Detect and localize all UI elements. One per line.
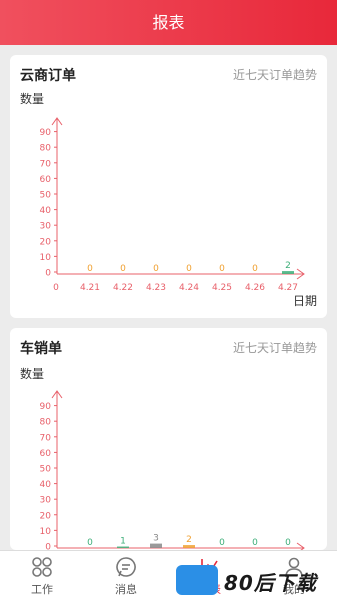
bar-value-label: 2: [186, 535, 192, 545]
bar: [282, 271, 294, 274]
watermark-text: 80后下载: [224, 571, 317, 595]
y-tick-label: 0: [45, 269, 51, 279]
y-tick-label: 40: [40, 206, 52, 216]
y-tick-label: 0: [45, 543, 51, 551]
y-tick-label: 10: [40, 253, 52, 263]
bar-value-label: 0: [285, 538, 291, 548]
chart-card-vehicle-sales: 车销单 近七天订单趋势 数量 0 10 20 30 40 50 60 70 80 90 0 1 3 2 0 0 0: [10, 328, 327, 550]
y-tick-label: 50: [40, 465, 52, 475]
y-tick-label: 20: [40, 511, 52, 521]
bar: [183, 545, 195, 548]
tab-label: 消息: [115, 583, 137, 596]
y-tick-label: 10: [40, 527, 52, 537]
y-tick-label: 60: [40, 175, 52, 185]
bar-value-label: 0: [186, 264, 192, 274]
page-header: 报表: [0, 0, 337, 45]
bar-value-label: 0: [87, 264, 93, 274]
bar-value-label: 0: [87, 538, 93, 548]
bar-value-label: 0: [120, 264, 126, 274]
x-tick-label: 4.23: [146, 283, 166, 293]
watermark: 80后下载: [176, 562, 337, 600]
x-tick-label: 4.21: [80, 283, 100, 293]
bar-value-label: 0: [252, 264, 258, 274]
bar-value-label: 1: [120, 537, 126, 547]
bar-value-label: 0: [219, 264, 225, 274]
x-tick-label: 4.26: [245, 283, 265, 293]
x-axis-arrow: [296, 542, 305, 550]
y-axis-title: 数量: [20, 366, 44, 381]
grid-icon: [32, 557, 52, 577]
bar-value-label: 2: [285, 261, 291, 271]
tab-label: 工作: [31, 583, 53, 596]
y-tick-label: 90: [40, 402, 52, 412]
y-tick-label: 90: [40, 128, 52, 138]
bar-value-label: 3: [153, 534, 159, 544]
bar: [150, 543, 162, 548]
y-tick-label: 70: [40, 159, 52, 169]
y-tick-label: 30: [40, 496, 52, 506]
chart-card-cloud-orders: 云商订单 近七天订单趋势 数量 0 10 20 30 40 50 60 70 80 90 0 0 0 0 0 0…: [10, 55, 327, 318]
y-tick-label: 40: [40, 480, 52, 490]
y-tick-label: 80: [40, 144, 52, 154]
y-tick-label: 80: [40, 418, 52, 428]
message-icon: [116, 557, 136, 577]
tab-messages[interactable]: 消息: [84, 551, 168, 601]
vehicle-sales-chart: 数量01020304050607080900 1 3 2 0 0 0: [20, 366, 305, 551]
x-tick-label: 4.22: [113, 283, 133, 293]
y-tick-label: 30: [40, 222, 52, 232]
orders-chart: 数量01020304050607080900 0 0 0 0 0 20 4.21 4.22 4.2…: [20, 91, 317, 308]
watermark-logo-icon: [176, 565, 218, 595]
bar-value-label: 0: [219, 538, 225, 548]
x-tick-label: 4.27: [278, 283, 298, 293]
y-tick-label: 20: [40, 237, 52, 247]
bar-value-label: 0: [252, 538, 258, 548]
page-title: 报表: [152, 13, 185, 32]
x-tick-label: 4.25: [212, 283, 232, 293]
x-tick-label: 0: [53, 283, 59, 293]
y-tick-label: 50: [40, 191, 52, 201]
y-tick-label: 60: [40, 449, 52, 459]
y-axis-title: 数量: [20, 91, 44, 106]
y-tick-label: 70: [40, 433, 52, 443]
bar-value-label: 0: [153, 264, 159, 274]
x-tick-label: 4.24: [179, 283, 199, 293]
x-axis-title: 日期: [293, 294, 317, 308]
tab-work[interactable]: 工作: [0, 551, 84, 601]
bar: [117, 546, 129, 548]
